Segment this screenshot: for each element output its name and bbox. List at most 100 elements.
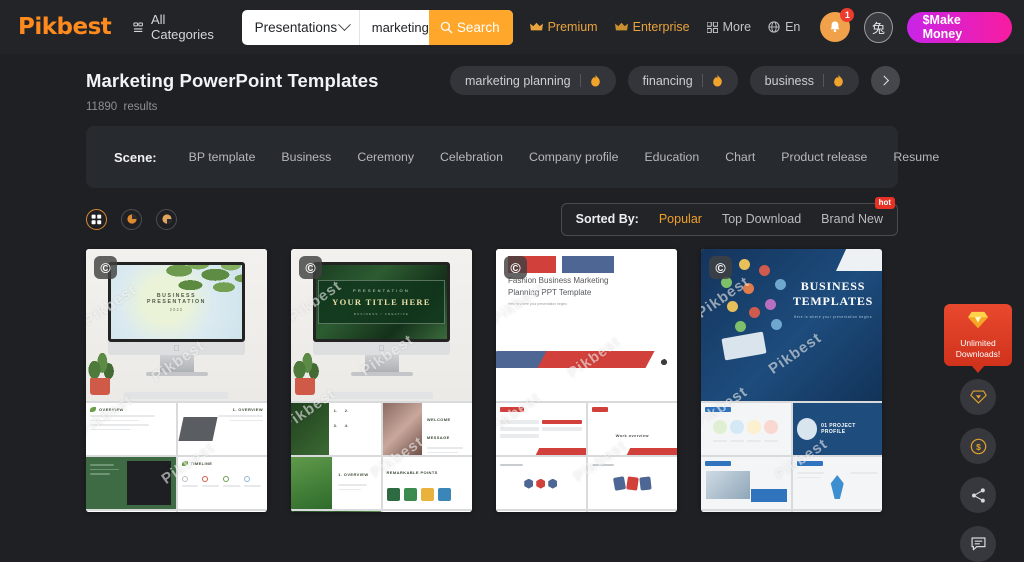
slide-thumb xyxy=(496,403,586,455)
card-fashion-business-marketing[interactable]: © Fashion Business Marketing Planning PP… xyxy=(496,249,677,512)
sort-option-popular[interactable]: Popular xyxy=(659,212,702,226)
scene-item-company-profile[interactable]: Company profile xyxy=(529,150,619,164)
scene-item-bp-template[interactable]: BP template xyxy=(189,150,256,164)
notification-badge: 1 xyxy=(840,8,855,22)
slide-thumbnails: Work overview xyxy=(496,401,677,512)
diamond-icon xyxy=(969,390,987,404)
site-logo[interactable]: Pikbest xyxy=(14,14,112,40)
all-categories-button[interactable]: All Categories xyxy=(133,12,223,42)
copyright-icon: © xyxy=(504,256,527,279)
pie-view-button-2[interactable] xyxy=(156,208,177,230)
thumb-title: Work overview xyxy=(615,433,649,438)
scene-item-celebration[interactable]: Celebration xyxy=(440,150,503,164)
search-input[interactable]: marketing xyxy=(359,9,429,45)
slide-thumbnails: 01 PROJECT PROFILE xyxy=(701,401,882,512)
imac-screen: PRESENTATION YOUR TITLE HERE BUSINESS / … xyxy=(313,262,450,342)
crown-icon xyxy=(614,22,628,31)
results-word: results xyxy=(123,101,158,113)
slide-thumbnails: 1.2. 3.4. WELCOME MESSAGE 1. OVERVIEW xyxy=(291,401,472,512)
slide-line1: Fashion Business Marketing xyxy=(508,276,609,285)
slide-thumb: HOW IT WORKS xyxy=(86,511,176,512)
grid-view-button[interactable] xyxy=(86,208,107,230)
scene-label: Scene: xyxy=(114,149,157,165)
globe-icon xyxy=(768,21,780,33)
slide-thumb: OUR TEAM xyxy=(177,511,267,512)
vip-diamond-button[interactable] xyxy=(960,379,996,416)
imac-inner: BUSINESS PRESENTATION 2022 xyxy=(111,265,242,339)
nav-more-label: More xyxy=(722,20,752,34)
avatar[interactable]: 兔 xyxy=(864,11,893,43)
sort-option-brand-new[interactable]: Brand New xyxy=(821,212,883,226)
divider xyxy=(579,74,581,87)
slide-line3: BUSINESS / CREATIVE xyxy=(353,312,410,316)
notifications-button[interactable]: 1 xyxy=(820,8,855,42)
results-toolbar: Sorted By: Popular Top Download Brand Ne… xyxy=(86,196,898,236)
related-tag[interactable]: business xyxy=(749,66,860,95)
diamond-icon xyxy=(968,311,988,329)
slide-text: PRESENTATION YOUR TITLE HERE BUSINESS / … xyxy=(318,280,445,324)
slide-line1: BUSINESS xyxy=(800,279,866,293)
swoosh-decor xyxy=(496,349,677,375)
slide-thumb: OUR METHODS xyxy=(382,511,472,512)
imac-chin:  xyxy=(313,342,450,355)
nav-more[interactable]: More xyxy=(706,20,752,34)
make-money-button[interactable]: $Make Money xyxy=(906,11,1012,43)
scene-links: BP template Business Ceremony Celebratio… xyxy=(189,150,940,164)
nav-language-label: En xyxy=(785,20,801,34)
scene-item-resume[interactable]: Resume xyxy=(893,150,939,164)
dollar-coin-icon: $ xyxy=(970,438,986,455)
related-tag-label: business xyxy=(764,73,815,88)
slide-line2: TEMPLATES xyxy=(792,294,874,308)
slide-thumb xyxy=(496,511,586,512)
page-header: Marketing PowerPoint Templates 11890 res… xyxy=(0,54,1024,116)
thumb-title: TIMELINE xyxy=(190,461,213,466)
card-business-templates[interactable]: © BUSINESS TEMPLATES Here is where your … xyxy=(701,249,882,512)
pie-view-button-1[interactable] xyxy=(121,208,142,230)
search-button[interactable]: Search xyxy=(428,9,513,45)
keyboard-decor xyxy=(124,392,228,399)
thumb-title: WELCOME MESSAGE xyxy=(426,417,451,440)
slide-thumb: 1. OVERVIEW xyxy=(177,403,267,455)
slide-text: BUSINESS PRESENTATION 2022 xyxy=(147,293,206,312)
card-your-title-here[interactable]: © PRESENTATION YOUR TITLE HERE BUSINESS … xyxy=(291,249,472,512)
nav-premium[interactable]: Premium xyxy=(529,20,598,34)
nav-enterprise-label: Enterprise xyxy=(632,20,690,34)
scene-item-ceremony[interactable]: Ceremony xyxy=(357,150,414,164)
floating-action-panel: Unlimited Downloads! $ xyxy=(940,304,1016,562)
pie-icon xyxy=(161,214,172,224)
divider xyxy=(701,74,703,87)
scene-item-education[interactable]: Education xyxy=(644,150,699,164)
sort-option-top-download[interactable]: Top Download xyxy=(722,212,801,226)
top-header: Pikbest All Categories Presentations mar… xyxy=(0,0,1024,54)
feedback-button[interactable] xyxy=(960,526,996,562)
imac-mockup: BUSINESS PRESENTATION 2022  xyxy=(108,262,245,376)
slide-line3: 2022 xyxy=(169,306,184,312)
coin-button[interactable]: $ xyxy=(960,428,996,465)
scene-filter-panel: Scene: BP template Business Ceremony Cel… xyxy=(86,126,939,188)
nav-language[interactable]: En xyxy=(768,20,800,34)
slide-thumb xyxy=(792,457,882,509)
related-tag[interactable]: marketing planning xyxy=(450,66,616,95)
keyboard-decor xyxy=(329,392,433,399)
share-button[interactable] xyxy=(960,477,996,514)
thumb-title: 01 PROJECT PROFILE xyxy=(821,423,856,435)
tooltip-line2: Downloads! xyxy=(955,348,1001,359)
scene-item-business[interactable]: Business xyxy=(281,150,331,164)
search-icon xyxy=(440,21,453,33)
scene-item-chart[interactable]: Chart xyxy=(725,150,755,164)
results-number: 11890 xyxy=(86,101,118,113)
related-tag[interactable]: financing xyxy=(627,66,738,95)
card-business-presentation-2022[interactable]: © BUSINESS PRESENTATION 2022 OVERVIEW 1.… xyxy=(86,249,267,512)
thumb-title: REMARKABLE POINTS xyxy=(386,470,438,475)
slide-thumb xyxy=(496,457,586,509)
slide-thumb: + + = xyxy=(792,511,882,512)
category-select[interactable]: Presentations xyxy=(242,9,360,45)
unlimited-downloads-tooltip[interactable]: Unlimited Downloads! xyxy=(944,304,1012,367)
hot-badge: hot xyxy=(874,196,895,209)
slide-thumb: OVERVIEW xyxy=(86,403,176,455)
nav-enterprise[interactable]: Enterprise xyxy=(614,20,690,34)
next-tags-button[interactable] xyxy=(871,66,901,95)
scene-item-product-release[interactable]: Product release xyxy=(781,150,867,164)
category-select-value: Presentations xyxy=(254,19,338,35)
pie-icon xyxy=(126,214,137,224)
